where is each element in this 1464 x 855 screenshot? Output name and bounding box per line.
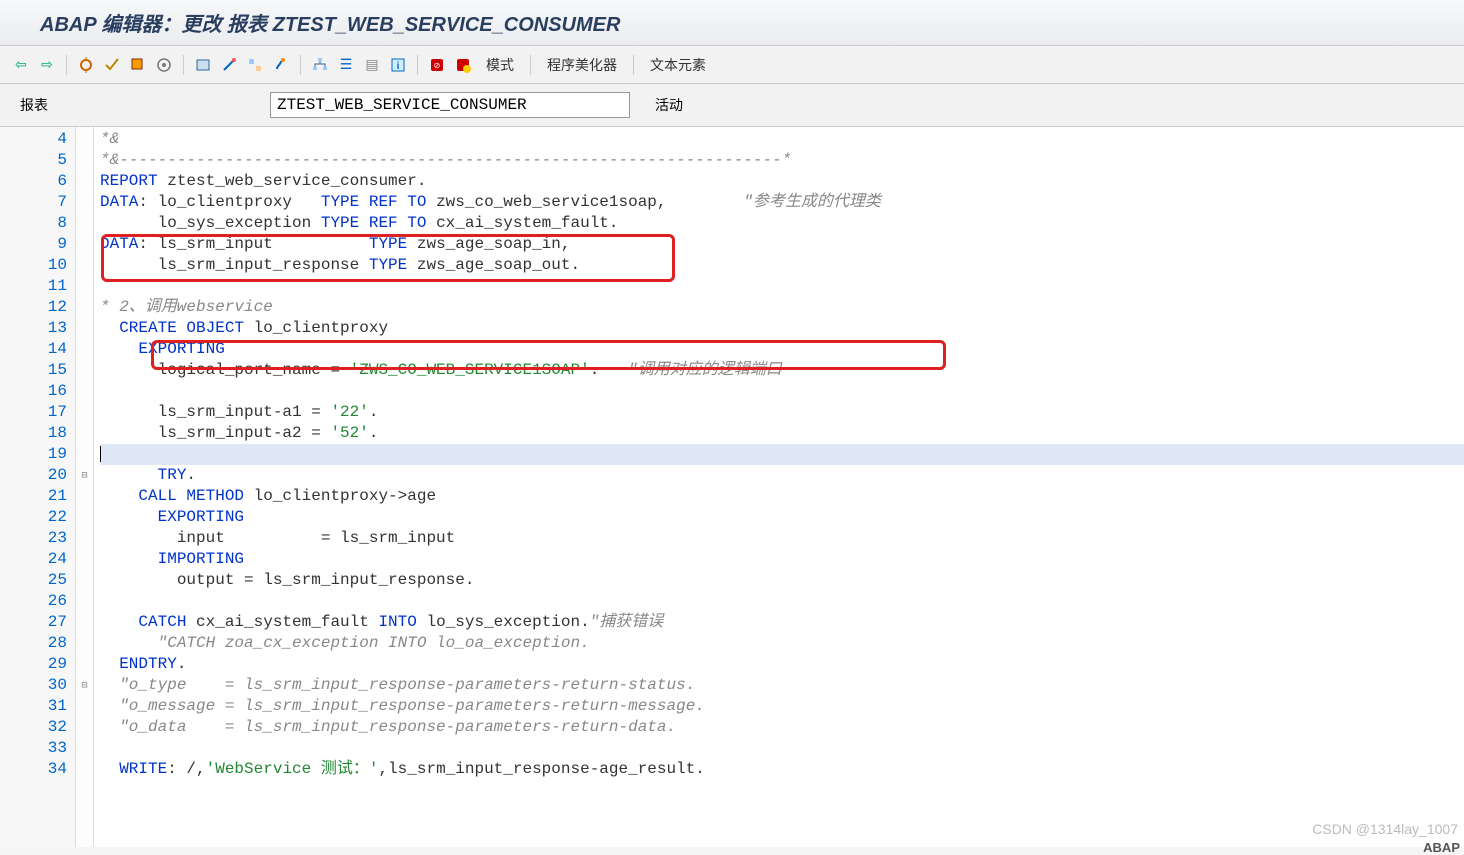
watermark: CSDN @1314lay_1007 bbox=[1312, 821, 1458, 837]
toolbar: ⇦ ⇨ ☰ ▤ i ⊘ 模式 程序美化器 文本元素 bbox=[0, 46, 1464, 84]
svg-text:i: i bbox=[397, 61, 400, 72]
mode-button[interactable]: 模式 bbox=[478, 53, 522, 77]
code-editor[interactable]: 4567891011121314151617181920212223242526… bbox=[0, 127, 1464, 847]
enhance-icon[interactable] bbox=[270, 54, 292, 76]
line-gutter: 4567891011121314151617181920212223242526… bbox=[0, 127, 76, 847]
program-name-row: 报表 活动 bbox=[0, 84, 1464, 127]
check-icon[interactable] bbox=[75, 54, 97, 76]
other-obj-icon[interactable] bbox=[244, 54, 266, 76]
where-used-icon[interactable] bbox=[153, 54, 175, 76]
activate-icon[interactable] bbox=[101, 54, 123, 76]
program-label: 报表 bbox=[20, 95, 260, 115]
text-elements-button[interactable]: 文本元素 bbox=[642, 53, 714, 77]
breakpoint-icon[interactable]: ⊘ bbox=[426, 54, 448, 76]
run-icon[interactable] bbox=[127, 54, 149, 76]
status-label: 活动 bbox=[655, 95, 683, 115]
forward-icon[interactable]: ⇨ bbox=[36, 54, 58, 76]
prettify-button[interactable]: 程序美化器 bbox=[539, 53, 625, 77]
display-icon[interactable] bbox=[192, 54, 214, 76]
hierarchy-icon[interactable] bbox=[309, 54, 331, 76]
page-title: ABAP 编辑器：更改 报表 ZTEST_WEB_SERVICE_CONSUME… bbox=[40, 14, 620, 36]
program-name-input[interactable] bbox=[270, 92, 630, 118]
back-icon[interactable]: ⇦ bbox=[10, 54, 32, 76]
indent-icon[interactable]: ☰ bbox=[335, 54, 357, 76]
code-area[interactable]: *&*&------------------------------------… bbox=[94, 127, 1464, 847]
title-bar: ABAP 编辑器：更改 报表 ZTEST_WEB_SERVICE_CONSUME… bbox=[0, 0, 1464, 46]
language-tag: ABAP bbox=[1423, 840, 1460, 855]
list-icon[interactable]: ▤ bbox=[361, 54, 383, 76]
svg-text:⊘: ⊘ bbox=[434, 61, 441, 70]
wand-icon[interactable] bbox=[218, 54, 240, 76]
fold-column[interactable]: ⊟⊟ bbox=[76, 127, 94, 847]
breakpoint2-icon[interactable] bbox=[452, 54, 474, 76]
info-icon[interactable]: i bbox=[387, 54, 409, 76]
